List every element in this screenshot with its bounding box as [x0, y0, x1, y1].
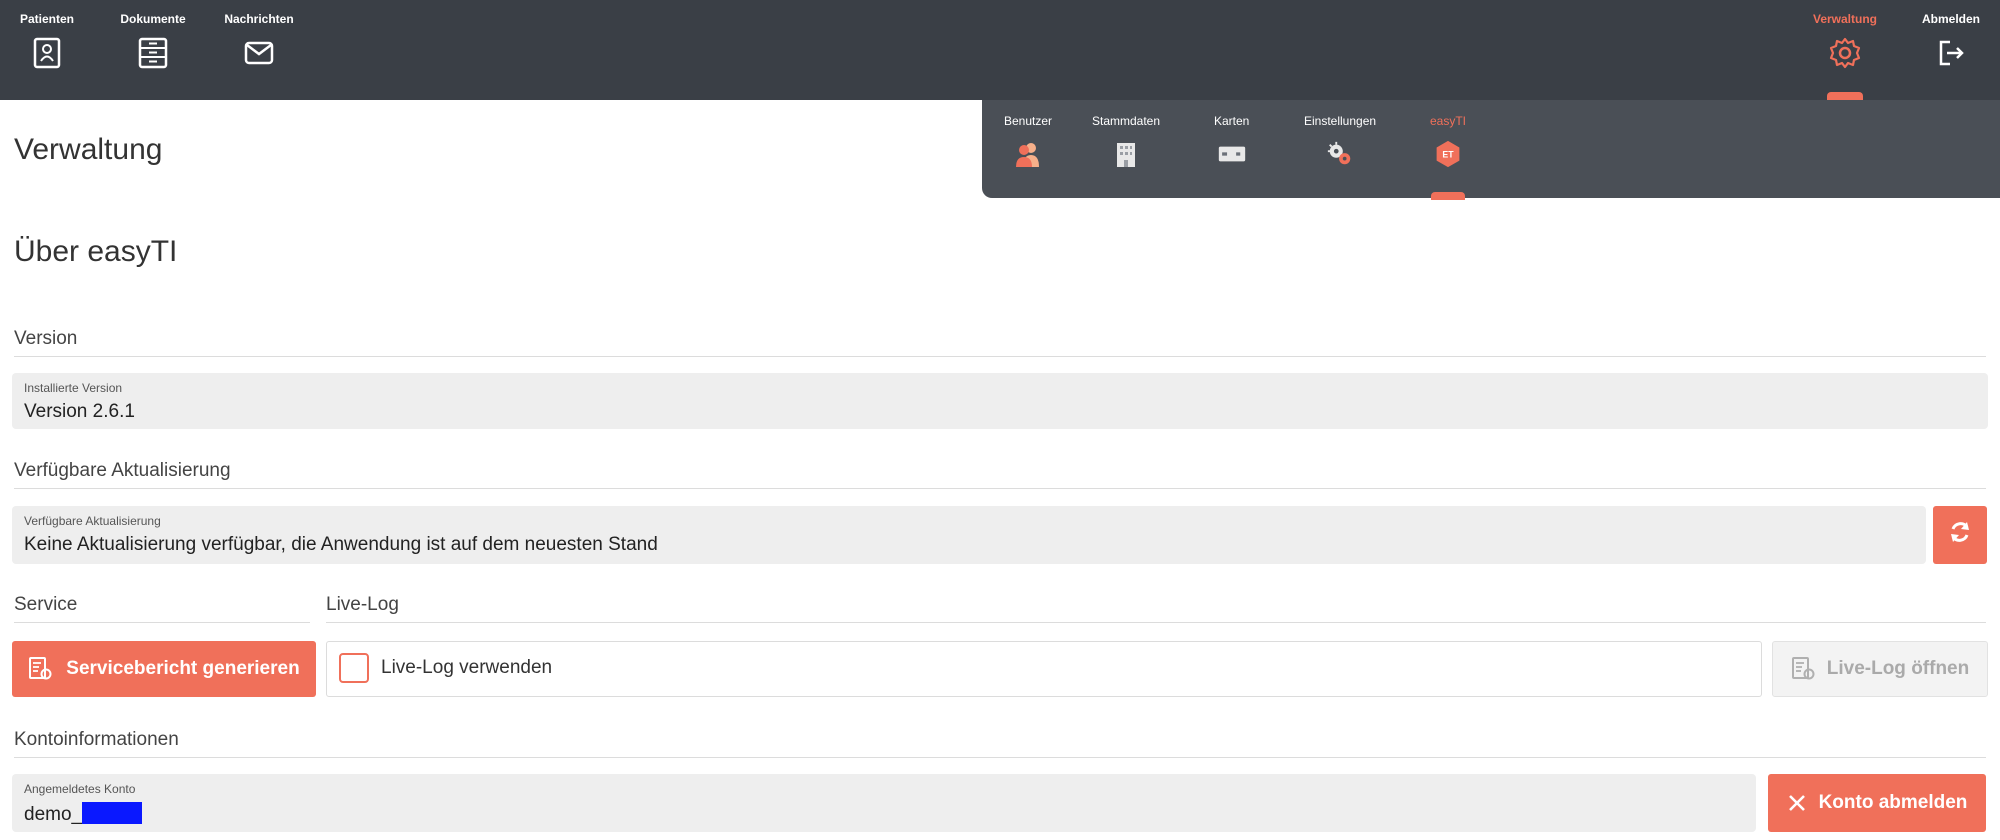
report-icon: [28, 656, 52, 682]
generate-service-report-button[interactable]: Servicebericht generieren: [12, 641, 316, 697]
account-logout-button[interactable]: Konto abmelden: [1768, 774, 1986, 832]
nav-nachrichten[interactable]: Nachrichten: [214, 12, 304, 70]
account-logout-label: Konto abmelden: [1818, 792, 1968, 813]
installed-version-field: Installierte Version Version 2.6.1: [12, 373, 1988, 429]
top-navigation-bar: Patienten Dokumente Nachrichten Verwaltu…: [0, 0, 2000, 100]
nav-verwaltung-label: Verwaltung: [1812, 12, 1877, 26]
open-livelog-button[interactable]: Live-Log öffnen: [1772, 641, 1988, 697]
service-section-header: Service: [14, 594, 310, 623]
generate-service-report-label: Servicebericht generieren: [66, 658, 300, 679]
installed-version-value: Version 2.6.1: [24, 401, 135, 422]
available-update-value: Keine Aktualisierung verfügbar, die Anwe…: [24, 534, 658, 555]
subnav-einstellungen-label: Einstellungen: [1304, 114, 1377, 128]
easyti-badge-text: ET: [1442, 150, 1454, 160]
livelog-checkbox-label[interactable]: Live-Log verwenden: [381, 657, 552, 679]
admin-sub-navigation: Benutzer Stammdaten Karten Einstellungen…: [982, 100, 2000, 200]
available-update-label: Verfügbare Aktualisierung: [24, 514, 161, 528]
logged-in-account-value: demo_: [24, 804, 83, 825]
refresh-icon: [1947, 519, 1973, 551]
envelope-icon: [242, 36, 276, 70]
subnav-benutzer[interactable]: Benutzer: [1004, 114, 1052, 168]
logged-in-account-value-wrap: demo_: [24, 802, 143, 826]
subnav-active-indicator: [1431, 192, 1465, 200]
available-update-field: Verfügbare Aktualisierung Keine Aktualis…: [12, 506, 1926, 564]
redaction-block: [82, 802, 143, 824]
livelog-checkbox[interactable]: [339, 653, 369, 683]
nav-dokumente[interactable]: Dokumente: [108, 12, 198, 70]
version-section-header: Version: [14, 328, 1986, 357]
nav-abmelden-label: Abmelden: [1921, 12, 1980, 26]
installed-version-label: Installierte Version: [24, 381, 123, 395]
logged-in-account-field: Angemeldetes Konto demo_: [12, 774, 1756, 832]
nav-active-indicator: [1827, 92, 1863, 100]
subnav-easyti-label: easyTI: [1430, 114, 1467, 128]
subnav-stammdaten-label: Stammdaten: [1092, 114, 1161, 128]
close-icon: [1787, 793, 1807, 813]
card-icon: [1218, 140, 1246, 168]
nav-nachrichten-label: Nachrichten: [224, 12, 294, 26]
update-section-header: Verfügbare Aktualisierung: [14, 460, 1986, 489]
refresh-update-button[interactable]: [1933, 506, 1987, 564]
logout-icon: [1934, 36, 1968, 70]
subnav-easyti[interactable]: easyTI ET: [1430, 114, 1467, 200]
nav-patienten-label: Patienten: [19, 12, 74, 26]
livelog-checkbox-row: Live-Log verwenden: [326, 641, 1762, 697]
logged-in-account-label: Angemeldetes Konto: [24, 782, 136, 796]
nav-dokumente-label: Dokumente: [120, 12, 186, 26]
page-title: Verwaltung: [14, 133, 163, 166]
building-icon: [1112, 140, 1140, 168]
open-livelog-label: Live-Log öffnen: [1826, 658, 1970, 679]
settings-gears-icon: [1326, 140, 1354, 168]
nav-verwaltung[interactable]: Verwaltung: [1800, 12, 1890, 100]
subnav-stammdaten[interactable]: Stammdaten: [1092, 114, 1160, 168]
nav-abmelden[interactable]: Abmelden: [1906, 12, 1996, 70]
gear-icon: [1828, 36, 1862, 70]
subnav-karten-label: Karten: [1214, 114, 1250, 128]
easyti-logo-icon: ET: [1434, 140, 1462, 168]
patient-card-icon: [30, 36, 64, 70]
subnav-einstellungen[interactable]: Einstellungen: [1304, 114, 1376, 168]
nav-patienten[interactable]: Patienten: [2, 12, 92, 70]
users-icon: [1014, 140, 1042, 168]
account-section-header: Kontoinformationen: [14, 729, 1986, 758]
livelog-section-header: Live-Log: [326, 594, 1986, 623]
subnav-benutzer-label: Benutzer: [1004, 114, 1053, 128]
report-icon: [1791, 656, 1815, 682]
document-cabinet-icon: [136, 36, 170, 70]
subnav-karten[interactable]: Karten: [1214, 114, 1249, 168]
section-title: Über easyTI: [14, 235, 178, 268]
